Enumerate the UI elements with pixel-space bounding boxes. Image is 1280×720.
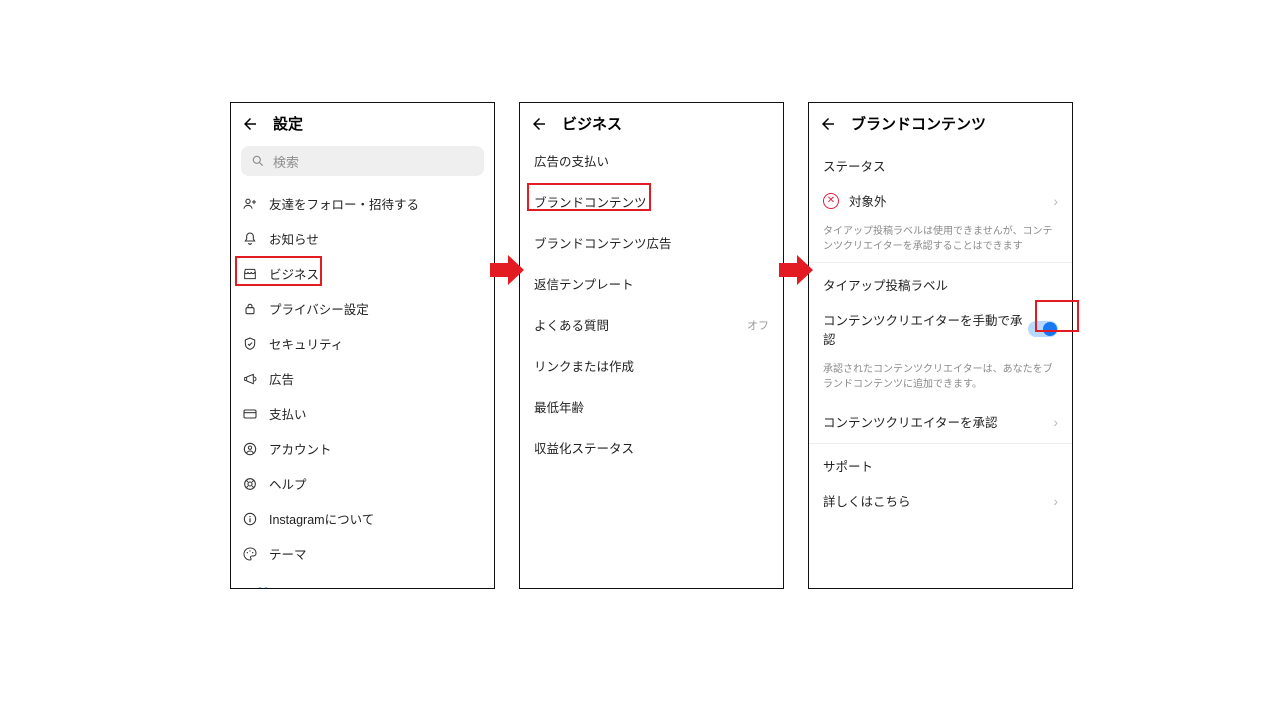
manual-approve-row: コンテンツクリエイターを手動で承認 — [809, 298, 1072, 360]
meta-logo: Meta — [231, 571, 494, 589]
business-item-label: リンクまたは作成 — [534, 356, 769, 375]
back-icon[interactable] — [530, 115, 548, 133]
business-item[interactable]: 収益化ステータス — [520, 427, 783, 468]
settings-item-label: ヘルプ — [269, 474, 484, 493]
settings-item-label: セキュリティ — [269, 334, 484, 353]
status-row[interactable]: ✕ 対象外 › — [809, 179, 1072, 222]
business-item-label: 最低年齢 — [534, 397, 769, 416]
arrow-icon — [490, 255, 524, 285]
settings-item-security[interactable]: セキュリティ — [231, 326, 494, 361]
toggle-label: コンテンツクリエイターを手動で承認 — [823, 310, 1028, 348]
business-panel: ビジネス 広告の支払い ブランドコンテンツ ブランドコンテンツ広告 返信テンプレ… — [519, 102, 784, 589]
settings-item-label: 友達をフォロー・招待する — [269, 194, 484, 213]
status-section-label: ステータス — [809, 140, 1072, 179]
card-icon — [241, 405, 259, 423]
business-item[interactable]: よくある質問 オフ — [520, 304, 783, 345]
learn-more-label: 詳しくはこちら — [823, 491, 1053, 510]
settings-item-about[interactable]: Instagramについて — [231, 501, 494, 536]
business-item-label: 返信テンプレート — [534, 274, 769, 293]
person-icon — [241, 440, 259, 458]
brand-content-panel: ブランドコンテンツ ステータス ✕ 対象外 › タイアップ投稿ラベルは使用できま… — [808, 102, 1073, 589]
chevron-right-icon: › — [1053, 414, 1058, 430]
business-item[interactable]: ブランドコンテンツ広告 — [520, 222, 783, 263]
business-item-label: ブランドコンテンツ — [534, 192, 769, 211]
business-item-brand-content[interactable]: ブランドコンテンツ — [520, 181, 783, 222]
chevron-right-icon: › — [1053, 193, 1058, 209]
settings-item-notifications[interactable]: お知らせ — [231, 221, 494, 256]
settings-item-theme[interactable]: テーマ — [231, 536, 494, 571]
toggle-help: 承認されたコンテンツクリエイターは、あなたをブランドコンテンツに追加できます。 — [809, 360, 1072, 400]
bell-icon — [241, 230, 259, 248]
settings-item-help[interactable]: ヘルプ — [231, 466, 494, 501]
search-icon — [251, 154, 265, 168]
page-title: 設定 — [273, 113, 303, 134]
settings-item-label: テーマ — [269, 544, 484, 563]
business-item[interactable]: 広告の支払い — [520, 140, 783, 181]
chevron-right-icon: › — [1053, 493, 1058, 509]
megaphone-icon — [241, 370, 259, 388]
settings-item-label: ビジネス — [269, 264, 484, 283]
business-item-label: 広告の支払い — [534, 151, 769, 170]
shop-icon — [241, 265, 259, 283]
settings-item-payments[interactable]: 支払い — [231, 396, 494, 431]
settings-item-account[interactable]: アカウント — [231, 431, 494, 466]
info-icon — [241, 510, 259, 528]
settings-item-label: プライバシー設定 — [269, 299, 484, 318]
settings-item-label: お知らせ — [269, 229, 484, 248]
lock-icon — [241, 300, 259, 318]
settings-item-business[interactable]: ビジネス — [231, 256, 494, 291]
panel-header: ビジネス — [520, 103, 783, 140]
status-text: 対象外 — [849, 191, 1053, 210]
manual-approve-toggle[interactable] — [1028, 321, 1058, 337]
search-placeholder: 検索 — [273, 152, 299, 171]
page-title: ブランドコンテンツ — [851, 113, 986, 134]
meta-text: Meta — [258, 585, 285, 589]
lifebuoy-icon — [241, 475, 259, 493]
arrow-icon — [779, 255, 813, 285]
settings-item-label: 広告 — [269, 369, 484, 388]
ineligible-icon: ✕ — [823, 193, 839, 209]
panel-header: 設定 — [231, 103, 494, 140]
page-title: ビジネス — [562, 113, 622, 134]
settings-item-follow[interactable]: 友達をフォロー・招待する — [231, 186, 494, 221]
business-item-value: オフ — [747, 317, 769, 333]
settings-item-privacy[interactable]: プライバシー設定 — [231, 291, 494, 326]
business-item[interactable]: 返信テンプレート — [520, 263, 783, 304]
palette-icon — [241, 545, 259, 563]
settings-item-ads[interactable]: 広告 — [231, 361, 494, 396]
search-input[interactable]: 検索 — [241, 146, 484, 176]
settings-item-label: アカウント — [269, 439, 484, 458]
shield-icon — [241, 335, 259, 353]
person-plus-icon — [241, 195, 259, 213]
back-icon[interactable] — [241, 115, 259, 133]
approve-label: コンテンツクリエイターを承認 — [823, 412, 1053, 431]
tieup-section-label: タイアップ投稿ラベル — [809, 263, 1072, 298]
settings-panel: 設定 検索 友達をフォロー・招待する お知らせ ビジネス プライバシー設定 セキ… — [230, 102, 495, 589]
business-item[interactable]: 最低年齢 — [520, 386, 783, 427]
approve-creators-row[interactable]: コンテンツクリエイターを承認 › — [809, 400, 1072, 443]
business-item-label: よくある質問 — [534, 315, 737, 334]
support-section-label: サポート — [809, 444, 1072, 479]
settings-item-label: Instagramについて — [269, 509, 484, 528]
business-item-label: ブランドコンテンツ広告 — [534, 233, 769, 252]
back-icon[interactable] — [819, 115, 837, 133]
settings-item-label: 支払い — [269, 404, 484, 423]
business-item-label: 収益化ステータス — [534, 438, 769, 457]
status-help: タイアップ投稿ラベルは使用できませんが、コンテンツクリエイターを承認することはで… — [809, 222, 1072, 262]
panel-header: ブランドコンテンツ — [809, 103, 1072, 140]
business-item[interactable]: リンクまたは作成 — [520, 345, 783, 386]
learn-more-row[interactable]: 詳しくはこちら › — [809, 479, 1072, 522]
